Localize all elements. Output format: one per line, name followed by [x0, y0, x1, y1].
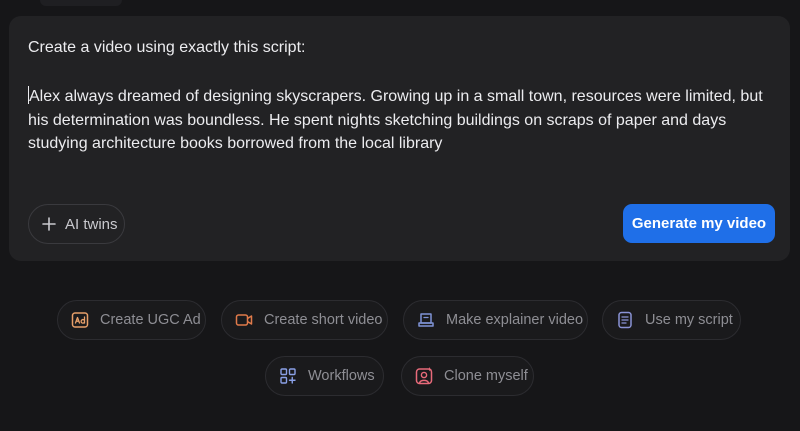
create-short-video-chip[interactable]: Create short video: [221, 300, 388, 340]
ad-icon: [71, 312, 89, 328]
prompt-text: Create a video using exactly this script…: [28, 39, 306, 56]
scroll-icon: [418, 313, 434, 327]
generate-video-button[interactable]: Generate my video: [623, 204, 775, 243]
video-camera-icon: [235, 314, 253, 326]
chip-label: Create short video: [264, 312, 383, 328]
chip-label: Workflows: [308, 368, 375, 384]
clone-myself-chip[interactable]: Clone myself: [401, 356, 534, 396]
make-explainer-video-chip[interactable]: Make explainer video: [403, 300, 588, 340]
script-content: Alex always dreamed of designing skyscra…: [28, 88, 763, 152]
top-tab[interactable]: [40, 0, 122, 6]
script-editor-panel[interactable]: Create a video using exactly this script…: [9, 16, 790, 261]
ai-twins-button[interactable]: AI twins: [28, 204, 125, 244]
script-textarea[interactable]: Alex always dreamed of designing skyscra…: [28, 85, 768, 156]
chip-label: Use my script: [645, 312, 733, 328]
plus-icon: [42, 217, 56, 231]
grid-plus-icon: [280, 368, 296, 384]
use-my-script-chip[interactable]: Use my script: [602, 300, 741, 340]
chip-label: Make explainer video: [446, 312, 584, 328]
workflows-chip[interactable]: Workflows: [265, 356, 384, 396]
ai-twins-label: AI twins: [65, 215, 118, 233]
create-ugc-ad-chip[interactable]: Create UGC Ad: [57, 300, 206, 340]
document-icon: [618, 311, 632, 329]
chip-label: Clone myself: [444, 368, 528, 384]
person-sparkle-icon: [415, 367, 433, 385]
chip-label: Create UGC Ad: [100, 312, 201, 328]
